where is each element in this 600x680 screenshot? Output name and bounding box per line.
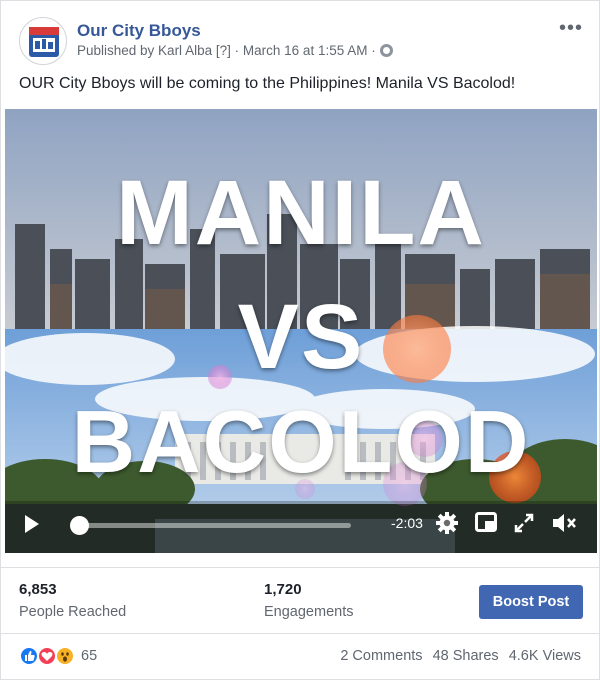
people-reached-label: People Reached [19, 604, 127, 620]
published-by[interactable]: Published by Karl Alba [77, 43, 212, 58]
like-icon [19, 646, 39, 666]
engagements-stat[interactable]: 1,720 Engagements [264, 581, 353, 620]
video-controls: -2:03 [5, 505, 597, 545]
engagement-links: 2 Comments 48 Shares 4.6K Views [334, 648, 581, 664]
progress-handle[interactable] [70, 516, 89, 535]
page-avatar[interactable] [19, 17, 67, 65]
views-link[interactable]: 4.6K Views [509, 648, 581, 664]
more-options-icon[interactable]: ••• [559, 17, 583, 40]
post-timestamp[interactable]: March 16 at 1:55 AM [243, 43, 368, 58]
divider-bottom [1, 633, 599, 634]
help-marker[interactable]: [?] [216, 43, 231, 58]
mute-icon[interactable] [551, 512, 577, 539]
meta-separator-2: · [371, 43, 376, 58]
fullscreen-icon[interactable] [513, 512, 535, 539]
meta-separator: · [234, 43, 240, 58]
engagements-count: 1,720 [264, 581, 302, 598]
play-icon[interactable] [23, 513, 41, 540]
people-reached-count: 6,853 [19, 581, 57, 598]
post-card: Our City Bboys Published by Karl Alba [?… [0, 0, 600, 680]
video-title-line-2: VS [237, 286, 365, 388]
comments-link[interactable]: 2 Comments [340, 648, 422, 664]
globe-icon[interactable] [379, 44, 393, 57]
reaction-count: 65 [81, 648, 98, 664]
post-message: OUR City Bboys will be coming to the Phi… [19, 75, 516, 92]
picture-in-picture-icon[interactable] [475, 512, 497, 537]
video-player[interactable]: MANILA VS BACOLOD -2:03 [5, 109, 597, 553]
settings-gear-icon[interactable] [435, 511, 459, 540]
engagements-label: Engagements [264, 604, 354, 620]
boost-post-button[interactable]: Boost Post [479, 585, 583, 619]
people-reached-stat[interactable]: 6,853 People Reached [19, 581, 126, 620]
shares-link[interactable]: 48 Shares [433, 648, 499, 664]
love-icon [37, 646, 57, 666]
progress-bar[interactable] [70, 516, 351, 535]
post-header: Our City Bboys Published by Karl Alba [?… [19, 17, 589, 67]
wow-icon [55, 646, 75, 666]
video-title-line-1: MANILA [116, 162, 486, 264]
divider-top [1, 567, 599, 568]
post-meta: Published by Karl Alba [?] · March 16 at… [77, 43, 393, 58]
video-title-line-3: BACOLOD [71, 392, 531, 491]
page-name-link[interactable]: Our City Bboys [77, 21, 201, 41]
time-remaining: -2:03 [391, 515, 423, 531]
